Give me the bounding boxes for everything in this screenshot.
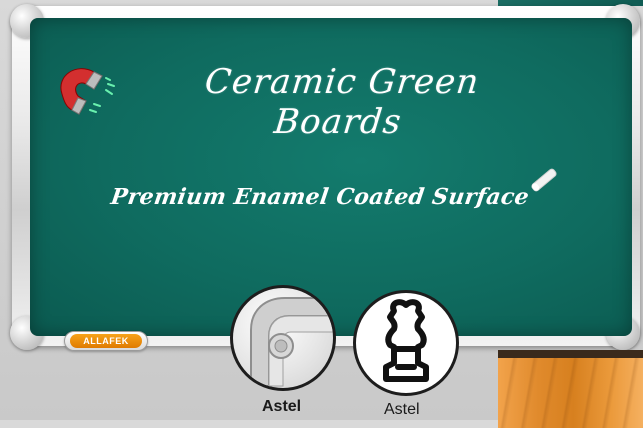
brand-name: ALLAFEK [70, 334, 142, 348]
board-subtitle: Premium Enamel Coated Surface [109, 184, 531, 210]
ceramic-board-banner: Ceramic Green Boards Premium Enamel Coat… [0, 0, 643, 428]
brand-badge: ALLAFEK [64, 331, 148, 351]
cross-section-illustration [383, 299, 429, 382]
magnet-icon [60, 68, 115, 115]
corner-profile-illustration [250, 297, 333, 387]
board-title: Ceramic Green Boards [202, 62, 482, 142]
profile-caption-2: Astel [384, 401, 420, 418]
chalk-icon [531, 168, 557, 192]
wood-grain [498, 358, 643, 428]
profile-corner-detail [230, 285, 336, 391]
profile-cross-section [353, 290, 459, 396]
profile-caption-1: Astel [262, 398, 302, 415]
wood-surface [498, 350, 643, 428]
